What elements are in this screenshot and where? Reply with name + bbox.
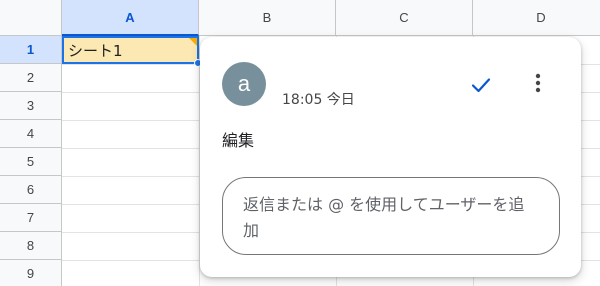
row-header-8[interactable]: 8 (0, 232, 62, 260)
row-header-4[interactable]: 4 (0, 120, 62, 148)
resolve-button[interactable] (465, 69, 497, 101)
cell-a1-value: シート1 (68, 41, 123, 60)
comment-timestamp: 18:05 今日 (282, 92, 355, 108)
row-header-1[interactable]: 1 (0, 36, 62, 64)
checkmark-icon (471, 78, 491, 93)
row-header-7[interactable]: 7 (0, 204, 62, 232)
row-header-2[interactable]: 2 (0, 64, 62, 92)
column-header-c[interactable]: C (336, 0, 473, 36)
select-all-corner[interactable] (0, 0, 62, 36)
row-header-3[interactable]: 3 (0, 92, 62, 120)
comment-card: a 18:05 今日 編集 返信または @ を使用してユーザーを追加 (200, 37, 581, 277)
reply-input[interactable]: 返信または @ を使用してユーザーを追加 (222, 177, 560, 255)
comment-body: 編集 (222, 131, 255, 150)
row-header-5[interactable]: 5 (0, 148, 62, 176)
column-header-a[interactable]: A (62, 0, 199, 36)
avatar[interactable]: a (222, 62, 266, 106)
row-header-9[interactable]: 9 (0, 260, 62, 286)
column-header-d[interactable]: D (473, 0, 600, 36)
column-header-b[interactable]: B (199, 0, 336, 36)
row-header-6[interactable]: 6 (0, 176, 62, 204)
more-vert-icon (535, 73, 541, 93)
more-options-button[interactable] (522, 67, 554, 99)
cell-a1[interactable]: シート1 (62, 36, 202, 67)
comment-indicator-icon (189, 38, 197, 46)
